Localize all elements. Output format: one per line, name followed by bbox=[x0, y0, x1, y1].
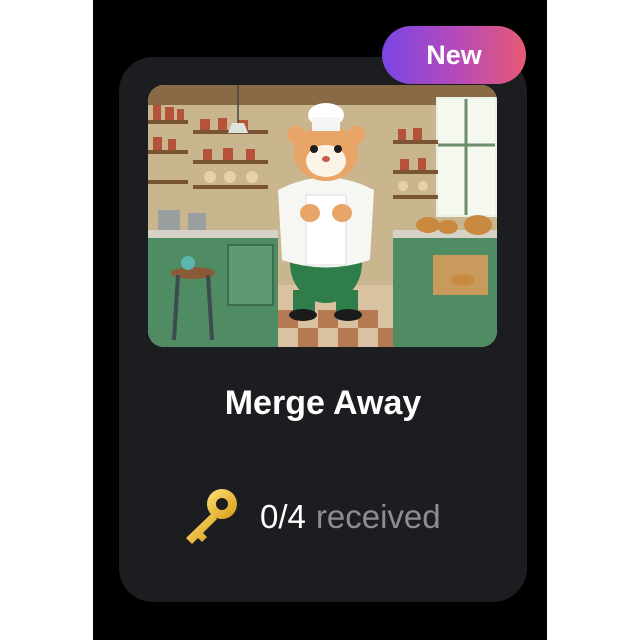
progress-count: 0/4 bbox=[260, 498, 306, 535]
new-badge: New bbox=[382, 26, 526, 84]
progress-row: 0/4 received bbox=[178, 486, 441, 548]
hamster-chef-kitchen-illustration bbox=[148, 85, 497, 347]
key-icon bbox=[186, 489, 237, 544]
new-badge-label: New bbox=[426, 39, 482, 70]
card-title: Merge Away bbox=[224, 384, 422, 422]
progress-suffix: received bbox=[315, 498, 441, 535]
card-illustration bbox=[148, 85, 497, 347]
